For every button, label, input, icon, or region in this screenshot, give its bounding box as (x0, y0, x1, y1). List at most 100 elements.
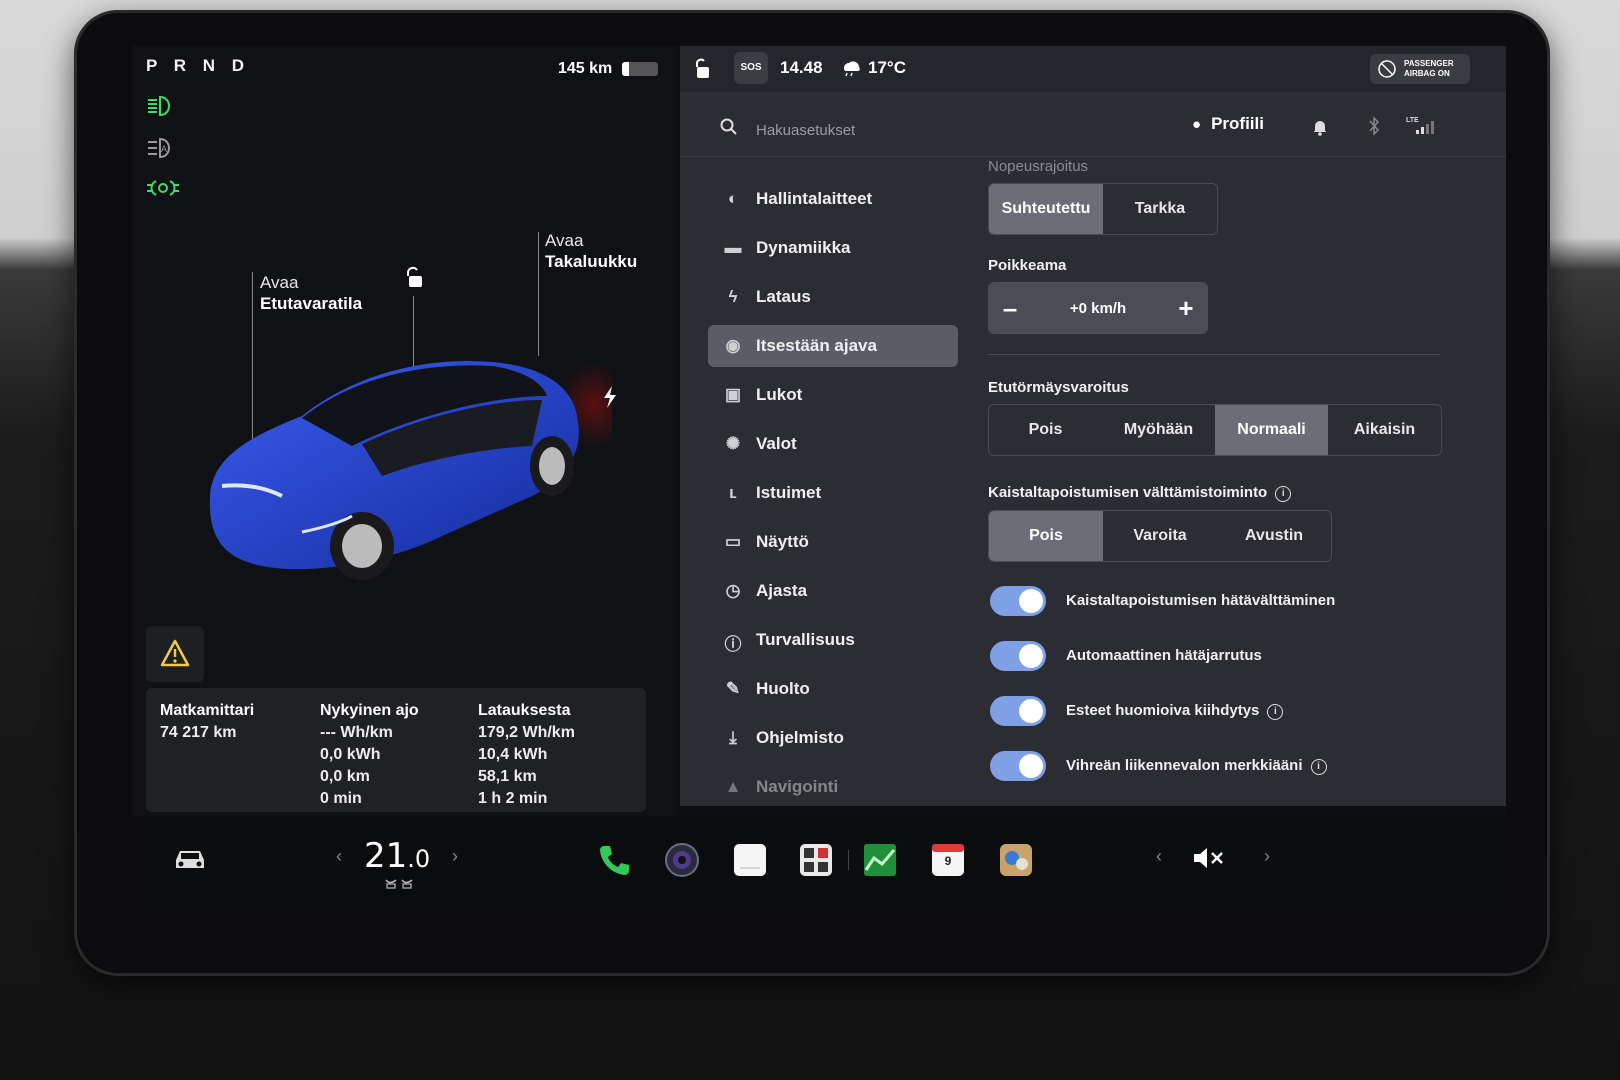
stat-value: 58,1 km (478, 768, 537, 785)
energy-app-icon[interactable] (860, 840, 900, 880)
fcw-option[interactable]: Pois (989, 405, 1102, 455)
trunk-callout[interactable]: Avaa Takaluukku (545, 230, 637, 272)
sidebar-item-ajasta[interactable]: ◷ Ajasta (708, 570, 958, 612)
sidebar-item-lataus[interactable]: ϟ Lataus (708, 276, 958, 318)
sidebar-item-turvallisuus[interactable]: ⓘ Turvallisuus (708, 619, 958, 661)
temp-up-chevron-icon[interactable]: › (452, 846, 458, 867)
fcw-option[interactable]: Aikaisin (1328, 405, 1441, 455)
toggle-label-text: Vihreän liikennevalon merkkiääni (1066, 757, 1303, 774)
sidebar-item-hallintalaitteet[interactable]: ◐ Hallintalaitteet (708, 178, 958, 220)
toggle-list: Kaistaltapoistumisen hätävälttäminen Auto… (988, 580, 1468, 800)
odometer-col: Matkamittari 74 217 km (160, 700, 254, 744)
info-circle-icon: ⓘ (724, 635, 742, 654)
sos-button[interactable]: SOS (734, 52, 768, 84)
airbag-line2: AIRBAG ON (1404, 69, 1450, 78)
touchscreen: P R N D A 145 km Avaa Etutavaratila Avaa… (132, 46, 1506, 914)
charge-port-bolt-icon[interactable] (602, 386, 618, 408)
arcade-icon[interactable] (996, 840, 1036, 880)
lane-departure-option[interactable]: Avustin (1217, 511, 1331, 561)
speed-limit-option[interactable]: Tarkka (1103, 184, 1217, 234)
unlock-icon[interactable] (402, 266, 426, 290)
range-readout: 145 km (558, 60, 613, 77)
lane-departure-label: Kaistaltapoistumisen välttämistoiminto i (988, 484, 1468, 502)
passenger-airbag-indicator: PASSENGER AIRBAG ON (1370, 54, 1470, 84)
sidebar-item-huolto[interactable]: ✎ Huolto (708, 668, 958, 710)
toggle-switch[interactable] (990, 696, 1046, 726)
offset-label: Poikkeama (988, 257, 1067, 274)
display-icon: ▭ (724, 532, 742, 551)
svg-text:LTE: LTE (1406, 117, 1419, 124)
temp-integer: 21 (364, 836, 408, 876)
phone-icon[interactable] (594, 840, 634, 880)
search-bar: ● Profiili LTE (680, 100, 1506, 157)
seat-heater-icon[interactable] (384, 878, 414, 890)
sidebar-item-label: Valot (756, 434, 797, 453)
toggle-label-text: Kaistaltapoistumisen hätävälttäminen (1066, 592, 1336, 609)
offset-decrease-button[interactable]: – (988, 293, 1032, 324)
lane-departure-option[interactable]: Varoita (1103, 511, 1217, 561)
toggle-switch[interactable] (990, 586, 1046, 616)
lane-departure-label-text: Kaistaltapoistumisen välttämistoiminto (988, 484, 1268, 501)
sidebar-item-lukot[interactable]: ▣ Lukot (708, 374, 958, 416)
fcw-option[interactable]: Myöhään (1102, 405, 1215, 455)
fcw-option[interactable]: Normaali (1215, 405, 1328, 455)
profile-label: Profiili (1211, 114, 1264, 133)
volume-left-chevron-icon[interactable]: ‹ (1156, 846, 1162, 867)
lane-departure-option[interactable]: Pois (989, 511, 1103, 561)
sidebar-item-dynamiikka[interactable]: ▬ Dynamiikka (708, 227, 958, 269)
section-divider (988, 354, 1440, 355)
notes-icon[interactable] (730, 840, 770, 880)
toybox-icon[interactable] (796, 840, 836, 880)
navigation-icon: ▲ (724, 777, 742, 796)
sidebar-item-ohjelmisto[interactable]: ⤓ Ohjelmisto (708, 717, 958, 759)
toggle-row: Kaistaltapoistumisen hätävälttäminen (988, 580, 1468, 635)
status-bar: SOS 14.48 17°C PASSENGER AIRBAG ON (680, 46, 1506, 92)
info-icon[interactable]: i (1310, 759, 1327, 775)
info-icon[interactable]: i (1267, 704, 1284, 720)
trip-stats-card[interactable]: Matkamittari 74 217 km Nykyinen ajo --- … (146, 688, 646, 812)
offset-value: +0 km/h (1069, 299, 1127, 317)
speed-limit-option[interactable]: Suhteutettu (989, 184, 1103, 234)
profile-button[interactable]: ● Profiili (1192, 114, 1264, 134)
info-icon[interactable]: i (1275, 486, 1292, 502)
stat-title: Matkamittari (160, 702, 255, 719)
airbag-icon (1378, 60, 1396, 78)
sidebar-item-navigointi[interactable]: ▲ Navigointi (708, 766, 958, 808)
camera-icon[interactable] (662, 840, 702, 880)
sidebar-item-label: Näyttö (756, 532, 809, 551)
sidebar-item-valot[interactable]: ✺ Valot (708, 423, 958, 465)
offset-stepper: – +0 km/h + (988, 282, 1208, 334)
temp-down-chevron-icon[interactable]: ‹ (336, 846, 342, 867)
sidebar-item-itsestään-ajava[interactable]: ◉ Itsestään ajava (708, 325, 958, 367)
settings-nav: ◐ Hallintalaitteet ▬ Dynamiikka ϟ Lataus ◉ Itse… (708, 178, 958, 815)
lane-departure-selector: Pois Varoita Avustin (988, 510, 1332, 562)
since-charge-col: Latauksesta 179,2 Wh/km 10,4 kWh 58,1 km… (478, 700, 575, 810)
cabin-temperature[interactable]: 21.0 (364, 836, 430, 876)
fcw-label: Etutörmäysvaroitus (988, 379, 1129, 396)
sidebar-item-label: Istuimet (756, 483, 822, 502)
stat-value: --- Wh/km (320, 724, 393, 741)
frunk-callout-line2: Etutavaratila (260, 294, 363, 313)
fcw-selector: Pois Myöhään Normaali Aikaisin (988, 404, 1442, 456)
sidebar-item-istuimet[interactable]: ʟ Istuimet (708, 472, 958, 514)
sidebar-item-näyttö[interactable]: ▭ Näyttö (708, 521, 958, 563)
mute-icon[interactable] (1192, 846, 1226, 870)
toggle-switch[interactable] (990, 641, 1046, 671)
sidebar-item-label: Lataus (756, 287, 811, 306)
stat-value: 74 217 km (160, 724, 237, 741)
clock: 14.48 (780, 58, 823, 77)
offset-increase-button[interactable]: + (1164, 293, 1208, 324)
toggle-knob (1019, 589, 1043, 613)
door-lock-icon[interactable] (692, 58, 712, 80)
search-input[interactable] (754, 116, 978, 144)
lock-icon: ▣ (724, 385, 742, 404)
car-icon[interactable] (172, 846, 208, 872)
warning-button[interactable] (146, 626, 204, 682)
toggle-switch[interactable] (990, 751, 1046, 781)
frunk-callout[interactable]: Avaa Etutavaratila (260, 272, 362, 314)
bell-icon[interactable] (1312, 118, 1328, 136)
sidebar-item-label: Navigointi (756, 777, 839, 796)
bluetooth-icon[interactable] (1368, 116, 1380, 136)
volume-right-chevron-icon[interactable]: › (1264, 846, 1270, 867)
stat-value: 10,4 kWh (478, 746, 548, 763)
